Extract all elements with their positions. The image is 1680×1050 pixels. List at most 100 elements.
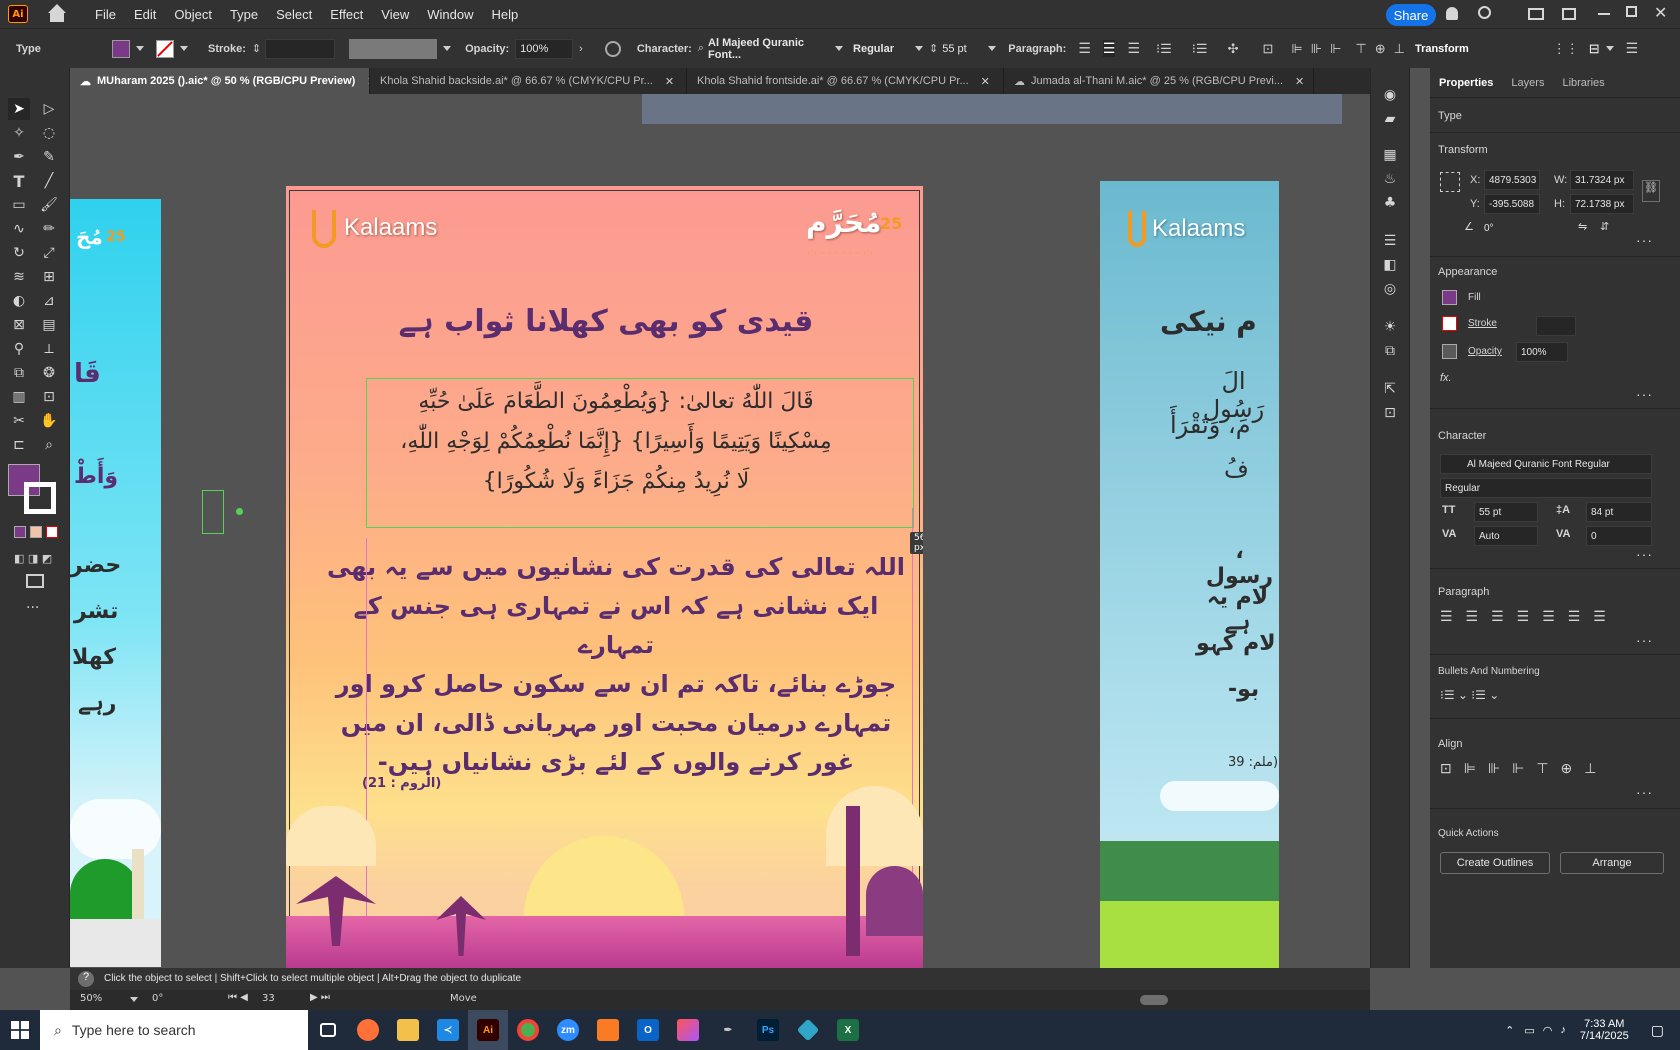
zoom-field[interactable]: 50% (80, 993, 102, 1004)
menu-select[interactable]: Select (267, 7, 321, 22)
selected-object[interactable] (202, 490, 224, 534)
menu-effect[interactable]: Effect (321, 7, 372, 22)
artboard-main[interactable]: Kalaams مُحَرَّم 25 ˙˙˙˙˙˙˙˙˙˙ قیدی کو ب… (286, 186, 923, 968)
pen-tool-icon[interactable]: ✒ (8, 146, 30, 168)
horizontal-scrollbar[interactable] (1140, 995, 1168, 1005)
panel-dropdown-icon[interactable] (1605, 46, 1614, 51)
xampp-icon[interactable] (588, 1010, 628, 1050)
illustrator-taskbar-icon[interactable]: Ai (468, 1010, 508, 1050)
canvas[interactable]: مُحَ 25 قَا وَأَطْ حضر تشر کھلا رہے Kala… (70, 94, 1370, 968)
gradient-panel-icon[interactable]: ◧ (1379, 254, 1401, 276)
mesh-tool-icon[interactable]: ⊠ (8, 314, 30, 336)
tab-layers[interactable]: Layers (1502, 77, 1553, 89)
vscode-icon[interactable]: ≺ (428, 1010, 468, 1050)
selection-tool-icon[interactable]: ➤ (8, 98, 30, 120)
curvature-tool-icon[interactable]: ✎ (38, 146, 60, 168)
width-field[interactable]: 31.7324 px (1570, 170, 1634, 190)
font-family-field[interactable]: Al Majeed Quranic Font... (704, 37, 830, 61)
bullets-icons[interactable]: ⁝☰ ⌄ ⁝☰ ⌄ (1440, 688, 1499, 702)
flip-vertical-icon[interactable]: ⇵ (1600, 220, 1609, 233)
opacity-field[interactable]: 100% (515, 38, 574, 59)
home-icon[interactable] (48, 4, 66, 22)
lasso-tool-icon[interactable]: ◌ (38, 122, 60, 144)
transparency-panel-icon[interactable]: ◎ (1379, 278, 1401, 300)
transform-more-icon[interactable]: ··· (1636, 232, 1653, 248)
align-right-objects-icon[interactable]: ⊩ (1330, 41, 1341, 57)
font-family-field[interactable]: Al Majeed Quranic Font Regular (1440, 454, 1652, 474)
create-outlines-button[interactable]: Create Outlines (1440, 852, 1550, 874)
align-right-icon[interactable]: ☰ (1127, 40, 1140, 57)
artboard-nav-icon[interactable]: ⊏ (8, 434, 30, 456)
stroke-swatch[interactable] (156, 39, 174, 58)
constrain-proportions-icon[interactable]: ⛓ (1642, 180, 1660, 202)
font-size-field[interactable]: 55 pt (938, 38, 983, 59)
tab-khola-frontside[interactable]: Khola Shahid frontside.ai* @ 66.67 % (CM… (687, 68, 1004, 94)
opacity-field[interactable]: 100% (1516, 342, 1568, 362)
symbols-panel-icon[interactable]: ♣ (1379, 192, 1401, 214)
stroke-color-box[interactable] (24, 482, 56, 514)
paragraph-more-icon[interactable]: ··· (1636, 632, 1653, 648)
file-explorer-icon[interactable] (388, 1010, 428, 1050)
wifi-icon[interactable]: ◠ (1543, 1024, 1553, 1037)
graph-tool-icon[interactable]: ▥ (8, 386, 30, 408)
graphic-styles-panel-icon[interactable]: ⧉ (1379, 340, 1401, 362)
artboard-number-field[interactable]: 33 (262, 993, 275, 1004)
hand-tool-icon[interactable]: ✋ (38, 410, 60, 432)
artboard-right[interactable]: Kalaams م نیکی الَ رَسُول مَ، وَتَقْرَأَ… (1100, 181, 1279, 968)
paintbrush-tool-icon[interactable]: 🖌 (38, 194, 60, 216)
brush-dropdown-icon[interactable] (443, 46, 452, 51)
none-mode-icon[interactable] (46, 526, 58, 538)
y-field[interactable]: -395.5088 (1484, 194, 1540, 214)
appearance-more-icon[interactable]: ··· (1636, 386, 1653, 402)
restore-icon[interactable] (1626, 6, 1637, 17)
share-button[interactable]: Share (1386, 4, 1436, 26)
shape-builder-tool-icon[interactable]: ◐ (8, 290, 30, 312)
tab-jumada[interactable]: ☁ Jumada al-Thani M.aic* @ 25 % (RGB/CPU… (1004, 68, 1314, 94)
chrome-icon[interactable] (508, 1010, 548, 1050)
excel-icon[interactable]: X (828, 1010, 868, 1050)
magic-wand-tool-icon[interactable]: ✧ (8, 122, 30, 144)
fill-dropdown-icon[interactable] (136, 46, 144, 51)
kerning-field[interactable]: Auto (1474, 526, 1538, 546)
artboard-left[interactable]: مُحَ 25 قَا وَأَطْ حضر تشر کھلا رہے (70, 199, 161, 967)
reference-point-icon[interactable] (1440, 172, 1460, 192)
perspective-grid-tool-icon[interactable]: ⊿ (38, 290, 60, 312)
font-style-field[interactable]: Regular (849, 38, 910, 59)
size-dropdown-icon[interactable] (988, 46, 997, 51)
taskbar-search[interactable]: ⌕ Type here to search (40, 1010, 308, 1050)
workspace-icon[interactable] (1528, 8, 1544, 20)
search-icon[interactable] (1478, 6, 1491, 19)
stroke-weight-field[interactable] (1536, 316, 1576, 336)
stroke-dropdown-icon[interactable] (180, 46, 188, 51)
glyph-icon[interactable]: ✣ (1228, 41, 1239, 57)
close-icon[interactable]: ✕ (1295, 75, 1304, 88)
style-dropdown-icon[interactable] (915, 46, 924, 51)
gradient-mode-icon[interactable] (30, 526, 42, 538)
more-options-icon[interactable]: ☰ (1626, 40, 1639, 57)
artboard-tool-icon[interactable]: ⊡ (38, 386, 60, 408)
fx-icon[interactable]: fx. (1440, 372, 1452, 384)
brush-definition[interactable] (349, 38, 438, 59)
minimize-icon[interactable] (1598, 13, 1610, 15)
photos-icon[interactable] (668, 1010, 708, 1050)
align-left-objects-icon[interactable]: ⊫ (1291, 41, 1302, 57)
transform-link[interactable]: Transform (1415, 43, 1469, 55)
align-center-objects-icon[interactable]: ⊪ (1311, 41, 1322, 57)
tab-libraries[interactable]: Libraries (1553, 77, 1613, 89)
size-stepper-icon[interactable]: ⇕ (929, 42, 938, 55)
align-more-icon[interactable]: ··· (1636, 784, 1653, 800)
fill-swatch[interactable] (1442, 290, 1457, 305)
export-panel-icon[interactable]: ⇱ (1379, 378, 1401, 400)
tab-muharam[interactable]: ☁ MUharam 2025 ().aic* @ 50 % (RGB/CPU P… (70, 68, 370, 94)
rectangle-tool-icon[interactable]: ▭ (8, 194, 30, 216)
font-dropdown-icon[interactable] (835, 46, 844, 51)
isolate-icon[interactable]: ⋮⋮ (1553, 41, 1579, 57)
direct-selection-tool-icon[interactable]: ▷ (38, 98, 60, 120)
swatches-panel-icon[interactable]: ▦ (1379, 144, 1401, 166)
opacity-arrow-icon[interactable]: › (579, 43, 583, 55)
firefox-icon[interactable] (348, 1010, 388, 1050)
flip-horizontal-icon[interactable]: ⇋ (1578, 220, 1587, 233)
stroke-swatch[interactable] (1442, 316, 1457, 331)
paragraph-align-icons[interactable]: ☰☰☰☰☰☰☰ (1440, 608, 1619, 625)
menu-edit[interactable]: Edit (125, 7, 165, 22)
